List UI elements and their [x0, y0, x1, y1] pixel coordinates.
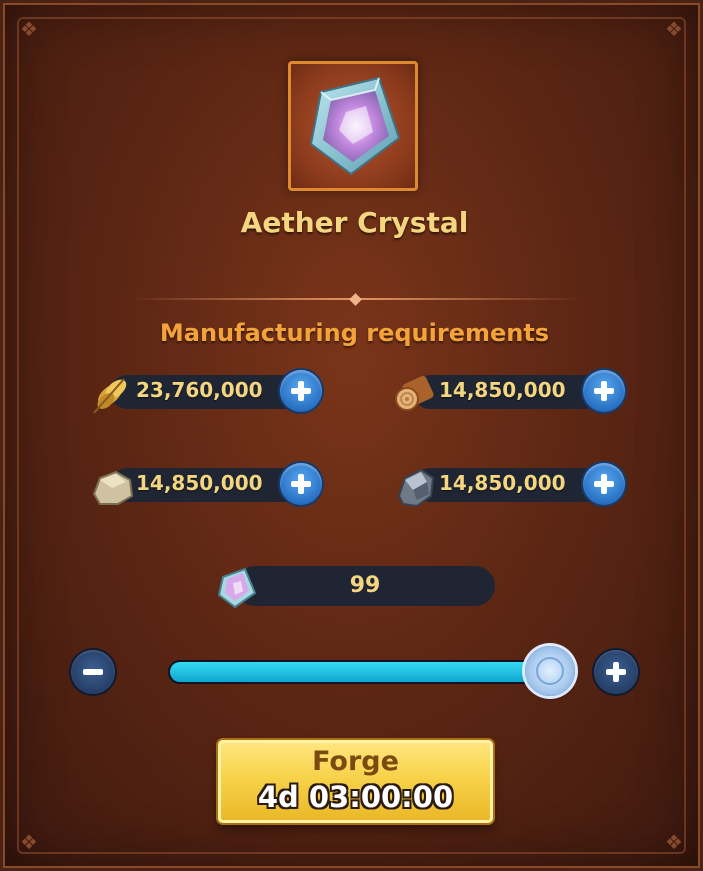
quantity-display: 99 — [215, 565, 495, 609]
resource-amount: 14,850,000 — [439, 378, 566, 402]
forge-button[interactable]: Forge 4d 03:00:00 — [218, 740, 493, 823]
resource-stone: 14,850,000 — [88, 463, 328, 505]
wood-log-icon — [395, 375, 434, 411]
forge-panel: ❖ ❖ ❖ ❖ Aether Crystal Manufacturing req… — [0, 0, 703, 871]
corner-ornament-icon: ❖ — [665, 17, 683, 41]
resource-iron: 14,850,000 — [391, 463, 631, 508]
resource-wheat: 23,760,000 — [88, 370, 328, 414]
increase-quantity-button[interactable] — [594, 650, 638, 694]
add-wheat-button[interactable] — [280, 370, 322, 412]
forge-label: Forge — [312, 746, 399, 777]
minus-icon — [83, 669, 103, 675]
resource-amount: 14,850,000 — [136, 471, 263, 495]
iron-ore-icon — [397, 468, 435, 508]
corner-ornament-icon: ❖ — [20, 830, 38, 854]
plus-icon-vertical — [613, 662, 619, 682]
wheat-icon — [93, 378, 127, 414]
resource-amount: 14,850,000 — [439, 471, 566, 495]
aether-crystal-icon — [309, 76, 401, 176]
slider-handle[interactable] — [525, 646, 576, 696]
forge-time: 4d 03:00:00 — [257, 780, 454, 814]
add-iron-button[interactable] — [583, 463, 625, 505]
divider-ornament — [349, 293, 362, 306]
slider-fill — [170, 662, 551, 682]
add-wood-button[interactable] — [583, 370, 625, 412]
requirements-title: Manufacturing requirements — [159, 319, 550, 347]
quantity-slider[interactable] — [168, 646, 576, 696]
resource-wood: 14,850,000 — [391, 370, 631, 412]
resource-amount: 23,760,000 — [136, 378, 263, 402]
item-icon-frame — [288, 61, 418, 191]
quantity-value: 99 — [349, 573, 381, 598]
add-stone-button[interactable] — [280, 463, 322, 505]
corner-ornament-icon: ❖ — [20, 17, 38, 41]
corner-ornament-icon: ❖ — [665, 830, 683, 854]
stone-icon — [92, 470, 134, 505]
item-name: Aether Crystal — [240, 206, 469, 239]
decrease-quantity-button[interactable] — [71, 650, 115, 694]
